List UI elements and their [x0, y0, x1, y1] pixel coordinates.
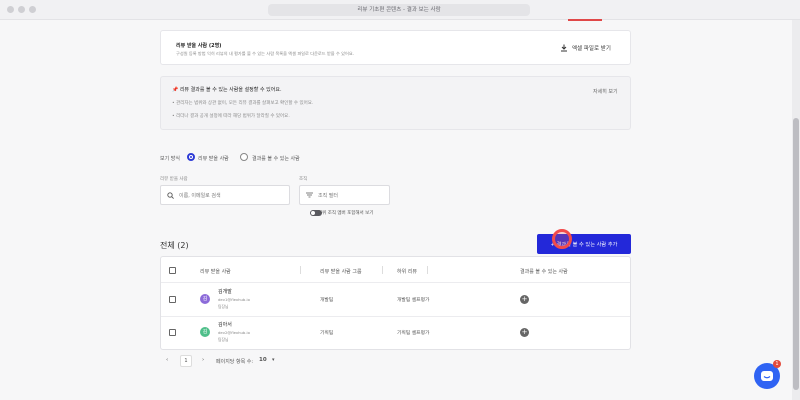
reviewee-role: 팀장님	[218, 304, 229, 309]
add-viewer-plus-icon[interactable]: +	[520, 295, 529, 304]
scrollbar-thumb[interactable]	[793, 118, 799, 390]
column-header: 리뷰 받을 사람 그룹	[320, 269, 362, 275]
view-option-reviewee-label: 리뷰 받을 사람	[198, 156, 229, 162]
search-icon	[167, 191, 174, 199]
chevron-down-icon[interactable]: ▾	[272, 357, 275, 363]
org-label: 조직	[299, 177, 308, 182]
current-page-button[interactable]: 1	[180, 355, 192, 367]
avatar: 김	[200, 327, 210, 337]
minimize-window-icon[interactable]	[18, 6, 25, 13]
notice-title-text: 리뷰 결과를 볼 수 있는 사람을 설정할 수 있어요.	[179, 87, 282, 93]
notice-title: 📌 리뷰 결과를 볼 수 있는 사람을 설정할 수 있어요.	[172, 86, 282, 93]
pin-icon: 📌	[172, 87, 179, 93]
notice-line: • 리더나 결과 공개 설정에 따라 해당 범위가 달라질 수 있어요.	[172, 114, 290, 119]
next-page-icon[interactable]: ›	[202, 357, 204, 363]
filter-icon	[306, 192, 313, 198]
include-suborg-label: 하위 조직 멤버 포함해서 보기	[318, 211, 374, 216]
url-bar[interactable]: 리뷰 기초편 콘텐츠 - 결과 보는 사람	[268, 4, 530, 16]
row-checkbox[interactable]	[169, 296, 176, 303]
reviewee-role: 팀장님	[218, 337, 229, 342]
add-viewer-plus-icon[interactable]: +	[520, 328, 529, 337]
column-header: 하위 리뷰	[397, 269, 417, 275]
search-label: 리뷰 받을 사람	[160, 177, 188, 182]
reviewee-email: dev2@flexhub.io	[218, 330, 250, 335]
org-filter-value: 조직 필터	[318, 192, 338, 199]
notice-line: • 관리자는 범위와 상관 없이, 모든 리뷰 결과를 살펴보고 확인할 수 있…	[172, 101, 314, 106]
sub-review: 개발팀 셀프평가	[397, 298, 430, 303]
column-divider	[427, 266, 428, 274]
view-option-viewer-label: 결과를 볼 수 있는 사람	[252, 156, 300, 162]
total-count: 전체 (2)	[160, 241, 189, 250]
org-filter-select[interactable]: 조직 필터	[299, 185, 390, 205]
click-highlight	[552, 229, 572, 249]
row-checkbox[interactable]	[169, 329, 176, 336]
sub-review: 기획팀 셀프평가	[397, 331, 430, 336]
chat-badge: 1	[773, 360, 781, 368]
view-option-viewer-radio[interactable]	[240, 153, 248, 161]
per-page-value[interactable]: 10	[259, 357, 267, 363]
view-option-reviewee-radio[interactable]	[187, 153, 195, 161]
column-divider	[300, 266, 301, 274]
notice-more-link[interactable]: 자세히 보기	[593, 88, 618, 95]
reviewee-email: dev1@flexhub.io	[218, 297, 250, 302]
reviewee-name: 김개발	[218, 289, 232, 295]
excel-download-button[interactable]: 엑셀 파일로 받기	[560, 44, 611, 52]
select-all-checkbox[interactable]	[169, 267, 176, 274]
reviewee-group: 개발팀	[320, 298, 334, 303]
column-header: 결과를 볼 수 있는 사람	[520, 269, 568, 275]
search-placeholder: 이름, 이메일로 검색	[179, 192, 221, 199]
view-mode-label: 보기 방식	[160, 156, 180, 162]
info-subtitle: 구성원 등록 방법 익히 리뷰의 내 평가를 볼 수 있는 사람 목록을 엑셀 …	[176, 51, 355, 56]
close-window-icon[interactable]	[7, 6, 14, 13]
search-input[interactable]: 이름, 이메일로 검색	[160, 185, 290, 205]
active-tab-indicator	[568, 19, 602, 21]
excel-download-label: 엑셀 파일로 받기	[572, 46, 611, 52]
column-divider	[382, 266, 383, 274]
reviewee-group: 기획팀	[320, 331, 334, 336]
download-icon	[561, 44, 567, 52]
prev-page-icon[interactable]: ‹	[166, 357, 168, 363]
row-divider	[161, 316, 630, 317]
info-title: 리뷰 받을 사람 (2명)	[176, 43, 222, 49]
maximize-window-icon[interactable]	[29, 6, 36, 13]
reviewee-name: 김아서	[218, 322, 232, 328]
column-header: 리뷰 받을 사람	[200, 269, 231, 275]
avatar: 김	[200, 294, 210, 304]
per-page-label: 페이지당 항목 수:	[216, 359, 254, 365]
header-divider	[161, 282, 630, 283]
